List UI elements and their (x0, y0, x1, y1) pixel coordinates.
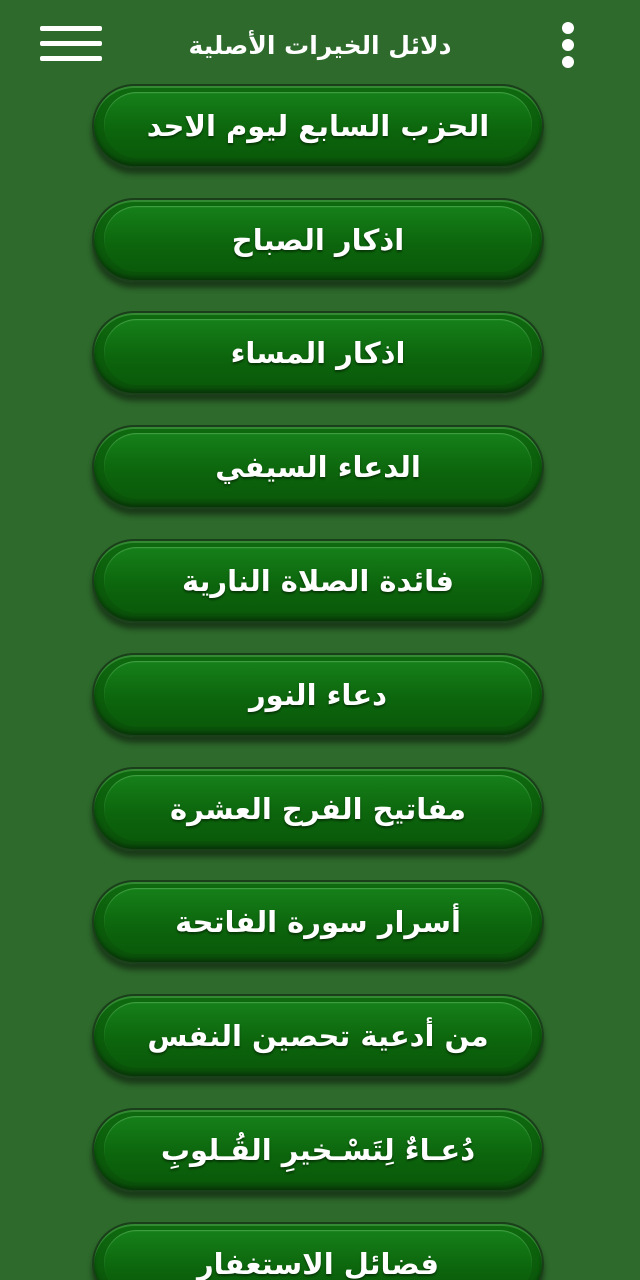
menu-item-dua-hearts[interactable]: دُعـاءٌ لِتَسْـخيرِ القُـلوبِ (92, 1108, 544, 1192)
menu-item-label: أسرار سورة الفاتحة (175, 905, 461, 939)
menu-item-self-protection[interactable]: من أدعية تحصين النفس (92, 994, 544, 1078)
menu-item-faraj-keys[interactable]: مفاتيح الفرج العشرة (92, 767, 544, 851)
menu-item-label: فائدة الصلاة النارية (181, 564, 455, 598)
menu-item-label: دُعـاءٌ لِتَسْـخيرِ القُـلوبِ (160, 1133, 476, 1167)
menu-item-label: الدعاء السيفي (215, 450, 421, 484)
more-vertical-icon[interactable] (556, 22, 582, 72)
menu-item-label: من أدعية تحصين النفس (147, 1019, 489, 1053)
menu-item-label: مفاتيح الفرج العشرة (169, 792, 467, 826)
menu-item-fatiha-secrets[interactable]: أسرار سورة الفاتحة (92, 880, 544, 964)
menu-item-istighfar-virtues[interactable]: فضائل الاستغفار (92, 1222, 544, 1280)
menu-item-label: اذكار المساء (230, 336, 406, 370)
menu-item-label: اذكار الصباح (231, 223, 405, 257)
app-screen: الحزب السابع ليوم الاحد اذكار الصباح اذك… (0, 0, 640, 1280)
menu-item-label: الحزب السابع ليوم الاحد (146, 109, 490, 143)
menu-item-morning-adhkar[interactable]: اذكار الصباح (92, 198, 544, 282)
menu-item-salat-nariya[interactable]: فائدة الصلاة النارية (92, 539, 544, 623)
menu-list[interactable]: الحزب السابع ليوم الاحد اذكار الصباح اذك… (0, 0, 640, 1280)
menu-item-label: فضائل الاستغفار (196, 1247, 440, 1280)
hamburger-icon[interactable] (40, 24, 102, 64)
menu-item-dua-noor[interactable]: دعاء النور (92, 653, 544, 737)
menu-item-evening-adhkar[interactable]: اذكار المساء (92, 311, 544, 395)
menu-item-hizb-sunday[interactable]: الحزب السابع ليوم الاحد (92, 84, 544, 168)
app-bar: دلائل الخيرات الأصلية (0, 0, 640, 92)
menu-item-label: دعاء النور (248, 678, 388, 712)
page-title: دلائل الخيرات الأصلية (188, 31, 452, 60)
menu-item-dua-saifi[interactable]: الدعاء السيفي (92, 425, 544, 509)
